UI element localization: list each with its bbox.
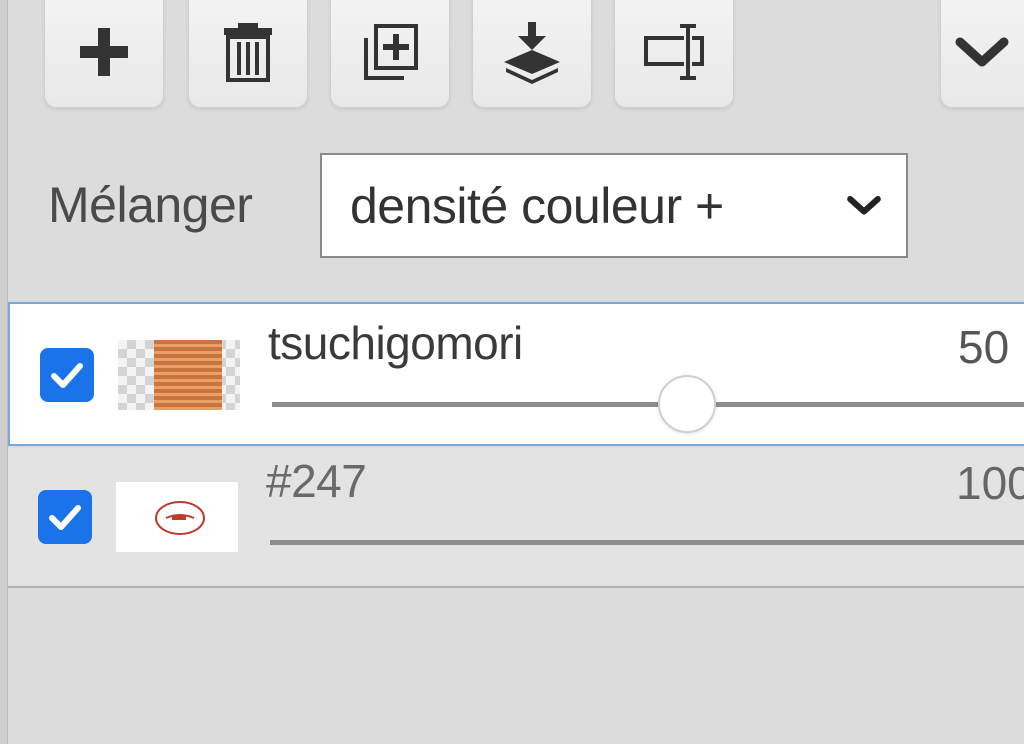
chevron-down-icon xyxy=(955,37,1009,67)
rename-layer-button[interactable] xyxy=(614,0,734,108)
plus-icon xyxy=(80,28,128,76)
trash-icon xyxy=(224,23,272,82)
layer-opacity-value: 100 xyxy=(956,457,1024,509)
layer-thumbnail[interactable] xyxy=(116,482,238,552)
layer-thumbnail-image xyxy=(155,501,205,535)
opacity-slider-track[interactable] xyxy=(270,540,1024,545)
merge-down-button[interactable] xyxy=(472,0,592,108)
duplicate-layer-button[interactable] xyxy=(330,0,450,108)
duplicate-layer-icon xyxy=(364,24,418,80)
blend-mode-value: densité couleur + xyxy=(350,177,724,234)
checkmark-icon xyxy=(49,505,81,530)
panel-left-border xyxy=(0,0,8,744)
merge-down-icon xyxy=(504,22,560,84)
delete-layer-button[interactable] xyxy=(188,0,308,108)
layer-opacity-value: 50 xyxy=(958,321,1010,373)
layer-row[interactable]: #247 100 xyxy=(8,448,1024,588)
blend-mode-select[interactable]: densité couleur + xyxy=(320,153,908,258)
layer-visibility-checkbox[interactable] xyxy=(40,348,94,402)
blend-mode-label: Mélanger xyxy=(48,177,253,233)
layer-name[interactable]: #247 xyxy=(266,454,367,508)
text-cursor-icon xyxy=(644,24,704,80)
more-options-button[interactable] xyxy=(940,0,1024,108)
layers-panel: Mélanger densité couleur + tsuchigomori … xyxy=(8,0,1024,744)
add-layer-button[interactable] xyxy=(44,0,164,108)
layer-thumbnail[interactable] xyxy=(118,340,240,410)
chevron-down-icon xyxy=(847,195,881,215)
opacity-slider-track[interactable] xyxy=(272,402,1024,407)
layer-row[interactable]: tsuchigomori 50 xyxy=(8,302,1024,446)
layer-name[interactable]: tsuchigomori xyxy=(268,316,523,370)
layer-visibility-checkbox[interactable] xyxy=(38,490,92,544)
layer-thumbnail-image xyxy=(154,340,222,410)
opacity-slider-handle[interactable] xyxy=(658,375,716,433)
checkmark-icon xyxy=(51,363,83,388)
